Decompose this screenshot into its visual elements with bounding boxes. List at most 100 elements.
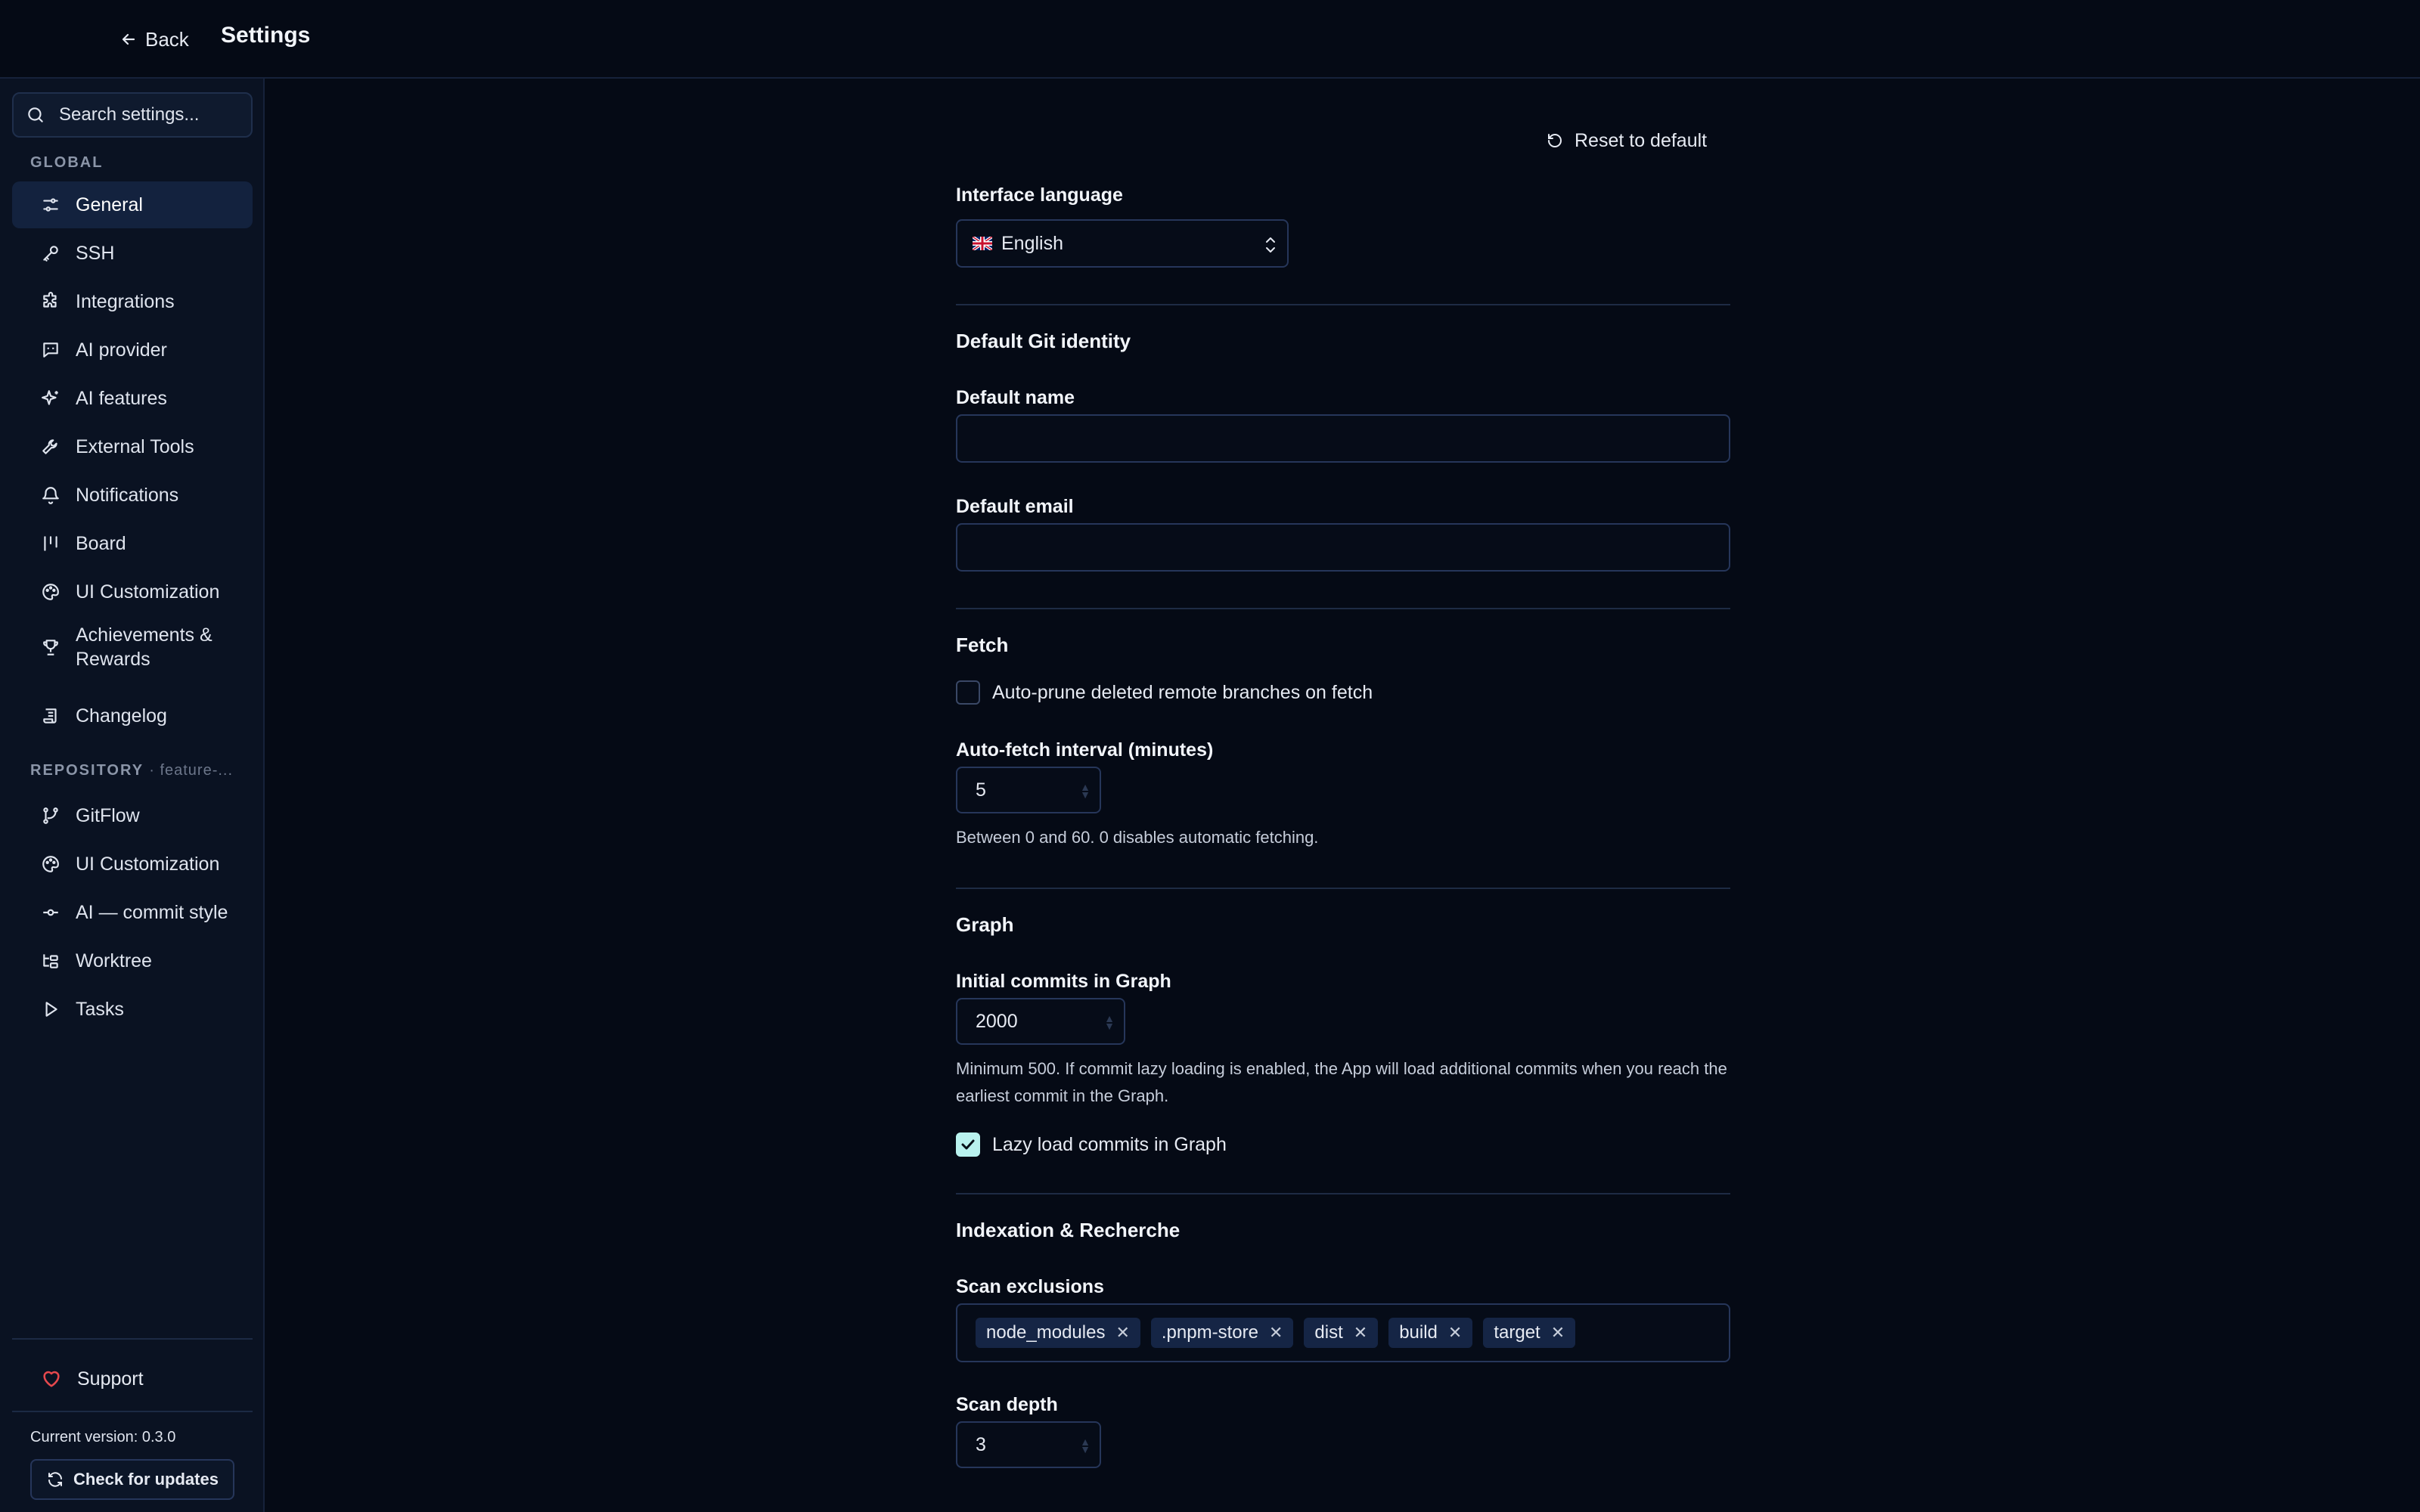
initial-commits-value: 2000: [976, 1010, 1018, 1032]
sidebar-item-worktree[interactable]: Worktree: [12, 937, 253, 984]
sidebar-item-label: Notifications: [76, 484, 179, 506]
reset-label: Reset to default: [1575, 129, 1708, 151]
key-icon: [43, 246, 58, 262]
repository-branch: · feature-...: [149, 762, 234, 779]
check-updates-button[interactable]: Check for updates: [30, 1459, 234, 1500]
top-bar: Back Settings: [0, 0, 2420, 79]
global-section-label: GLOBAL: [30, 154, 104, 171]
language-select[interactable]: English: [956, 219, 1289, 268]
stepper-icon[interactable]: ▲ ▼: [1080, 1436, 1091, 1455]
scan-exclusions-input[interactable]: node_modules ✕ .pnpm-store ✕ dist ✕ build ✕ …: [956, 1303, 1730, 1362]
reset-default-button[interactable]: Reset to default: [1546, 125, 1707, 156]
message-square-icon: [43, 342, 58, 358]
tag-label: build: [1399, 1322, 1438, 1343]
sidebar-item-label: AI — commit style: [76, 901, 228, 923]
sidebar-item-notifications[interactable]: Notifications: [12, 472, 253, 519]
fetch-title: Fetch: [956, 634, 1009, 656]
lazy-load-checkbox-row[interactable]: Lazy load commits in Graph: [956, 1132, 1227, 1157]
exclusion-tag: build ✕: [1388, 1318, 1473, 1348]
sidebar-item-ssh[interactable]: SSH: [12, 230, 253, 277]
wrench-icon: [42, 439, 57, 454]
remove-tag-icon[interactable]: ✕: [1269, 1323, 1283, 1343]
rotate-ccw-icon: [1548, 133, 1562, 147]
heart-icon: [43, 1371, 60, 1387]
lazy-load-checkbox[interactable]: [956, 1132, 980, 1157]
kanban-icon: [44, 536, 57, 551]
search-input[interactable]: [59, 104, 240, 125]
sidebar-item-label: UI Customization: [76, 853, 220, 875]
sidebar-item-board[interactable]: Board: [12, 520, 253, 567]
scan-exclusions-label: Scan exclusions: [956, 1276, 1104, 1297]
section-divider: [956, 888, 1730, 889]
language-value: English: [1001, 232, 1063, 254]
scroll-icon: [43, 708, 57, 723]
sidebar-item-integrations[interactable]: Integrations: [12, 278, 253, 325]
auto-fetch-help: Between 0 and 60. 0 disables automatic f…: [956, 828, 1319, 847]
back-button[interactable]: Back: [119, 26, 189, 53]
search-icon: [28, 107, 43, 122]
sidebar-item-changelog[interactable]: Changelog: [12, 692, 253, 739]
sidebar-item-achievements[interactable]: Achievements & Rewards: [12, 617, 253, 677]
interface-language-label: Interface language: [956, 184, 1123, 206]
trophy-icon: [43, 640, 58, 655]
folder-tree-icon: [43, 954, 58, 968]
uk-flag-icon: [973, 237, 992, 250]
sidebar-item-label: General: [76, 194, 143, 215]
git-commit-icon: [43, 909, 58, 916]
sidebar-item-label: Worktree: [76, 950, 152, 971]
repository-section-label: REPOSITORY · feature-...: [30, 762, 233, 779]
remove-tag-icon[interactable]: ✕: [1551, 1323, 1565, 1343]
sidebar-item-ui-customization[interactable]: UI Customization: [12, 569, 253, 615]
scan-depth-value: 3: [976, 1433, 986, 1455]
search-box[interactable]: [12, 92, 253, 138]
back-label: Back: [145, 27, 189, 51]
sidebar-item-tasks[interactable]: Tasks: [12, 986, 253, 1033]
auto-fetch-input[interactable]: 5 ▲ ▼: [956, 767, 1101, 813]
tag-label: node_modules: [986, 1322, 1106, 1343]
scan-depth-input[interactable]: 3 ▲ ▼: [956, 1421, 1101, 1468]
sidebar-divider: [12, 1411, 253, 1412]
sidebar-item-external-tools[interactable]: External Tools: [12, 423, 253, 470]
puzzle-icon: [43, 292, 57, 308]
remove-tag-icon[interactable]: ✕: [1448, 1323, 1462, 1343]
graph-title: Graph: [956, 913, 1014, 936]
sidebar-item-label: Changelog: [76, 705, 167, 727]
auto-prune-checkbox[interactable]: [956, 680, 980, 705]
exclusion-tag: .pnpm-store ✕: [1150, 1318, 1294, 1348]
sidebar-item-label: GitFlow: [76, 804, 140, 826]
lazy-load-label: Lazy load commits in Graph: [992, 1133, 1227, 1155]
sidebar-item-general[interactable]: General: [12, 181, 253, 228]
sidebar-item-label: Board: [76, 532, 126, 554]
default-email-input[interactable]: [956, 523, 1730, 572]
support-button[interactable]: Support: [12, 1358, 253, 1400]
exclusion-tag: dist ✕: [1304, 1318, 1379, 1348]
chevrons-up-down-icon: [1266, 237, 1275, 253]
auto-fetch-label: Auto-fetch interval (minutes): [956, 739, 1214, 761]
check-icon: [961, 1139, 975, 1150]
sidebar-item-ai-features[interactable]: AI features: [12, 375, 253, 422]
initial-commits-help: Minimum 500. If commit lazy loading is e…: [956, 1059, 1727, 1105]
git-identity-title: Default Git identity: [956, 330, 1131, 352]
remove-tag-icon[interactable]: ✕: [1115, 1323, 1129, 1343]
sidebar-item-repo-ui-customization[interactable]: UI Customization: [12, 841, 253, 888]
default-name-input[interactable]: [956, 414, 1730, 463]
sparkles-icon: [42, 390, 58, 405]
repository-label: REPOSITORY: [30, 762, 144, 779]
auto-prune-checkbox-row[interactable]: Auto-prune deleted remote branches on fe…: [956, 680, 1373, 705]
bell-icon: [42, 487, 59, 504]
sidebar-item-label: AI provider: [76, 339, 167, 361]
sidebar-item-label: Tasks: [76, 998, 124, 1020]
exclusion-tag: target ✕: [1483, 1318, 1576, 1348]
sidebar-item-ai-commit-style[interactable]: AI — commit style: [12, 889, 253, 936]
sliders-icon: [43, 198, 58, 212]
sidebar-item-gitflow[interactable]: GitFlow: [12, 792, 253, 839]
palette-icon: [42, 584, 59, 600]
sidebar-item-label: Integrations: [76, 290, 175, 312]
remove-tag-icon[interactable]: ✕: [1354, 1323, 1367, 1343]
sidebar-item-ai-provider[interactable]: AI provider: [12, 327, 253, 373]
palette-icon: [42, 856, 59, 872]
initial-commits-input[interactable]: 2000 ▲ ▼: [956, 998, 1125, 1045]
stepper-icon[interactable]: ▲ ▼: [1080, 782, 1091, 800]
stepper-icon[interactable]: ▲ ▼: [1104, 1013, 1115, 1031]
section-divider: [956, 304, 1730, 305]
